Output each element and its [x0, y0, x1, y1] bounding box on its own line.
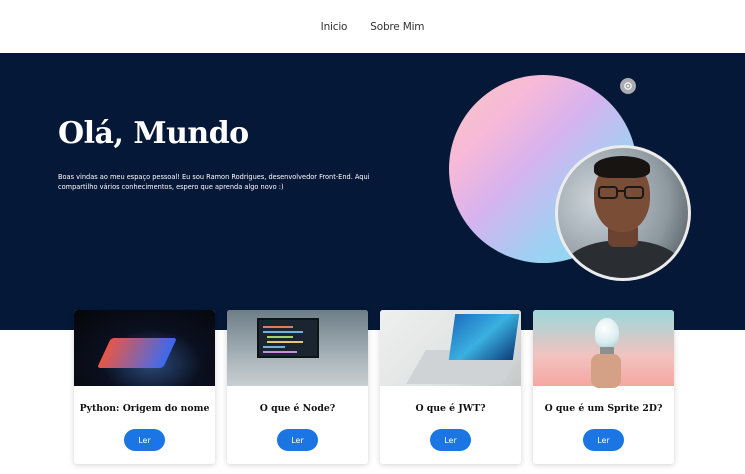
card-title: O que é um Sprite 2D?	[544, 403, 663, 414]
nav-link-sobre-mim[interactable]: Sobre Mim	[370, 21, 424, 33]
hero-section: Olá, Mundo Boas vindas ao meu espaço pes…	[0, 53, 745, 330]
expand-image-icon[interactable]	[620, 78, 636, 94]
lightbulb	[595, 318, 619, 348]
hand	[591, 354, 621, 388]
card-title: Python: Origem do nome	[79, 403, 210, 414]
glasses-bridge	[617, 190, 625, 192]
card-image-code-laptop	[227, 310, 368, 386]
post-card-python: Python: Origem do nome Ler	[74, 310, 215, 464]
card-image-lightbulb	[533, 310, 674, 388]
nav-link-inicio[interactable]: Inicio	[321, 21, 348, 33]
hair	[594, 156, 650, 178]
glasses-left-lens	[598, 186, 618, 199]
profile-photo	[555, 145, 691, 281]
glasses-right-lens	[624, 186, 644, 199]
read-button[interactable]: Ler	[583, 429, 624, 451]
post-card-node: O que é Node? Ler	[227, 310, 368, 464]
post-card-jwt: O que é JWT? Ler	[380, 310, 521, 464]
card-image-desk-laptop	[380, 310, 521, 386]
read-button[interactable]: Ler	[124, 429, 165, 451]
laptop-screen	[448, 314, 520, 360]
card-image-laptop-dark	[74, 310, 215, 386]
profile-photo-image	[558, 148, 688, 278]
top-nav: Inicio Sobre Mim	[0, 0, 745, 53]
laptop-glow	[97, 338, 177, 368]
card-title: O que é Node?	[259, 403, 336, 414]
hero-title: Olá, Mundo	[58, 116, 249, 151]
hero-description: Boas vindas ao meu espaço pessoal! Eu so…	[58, 173, 370, 191]
read-button[interactable]: Ler	[277, 429, 318, 451]
laptop-screen	[257, 318, 319, 358]
post-card-sprite: O que é um Sprite 2D? Ler	[533, 310, 674, 464]
card-title: O que é JWT?	[415, 403, 486, 414]
read-button[interactable]: Ler	[430, 429, 471, 451]
